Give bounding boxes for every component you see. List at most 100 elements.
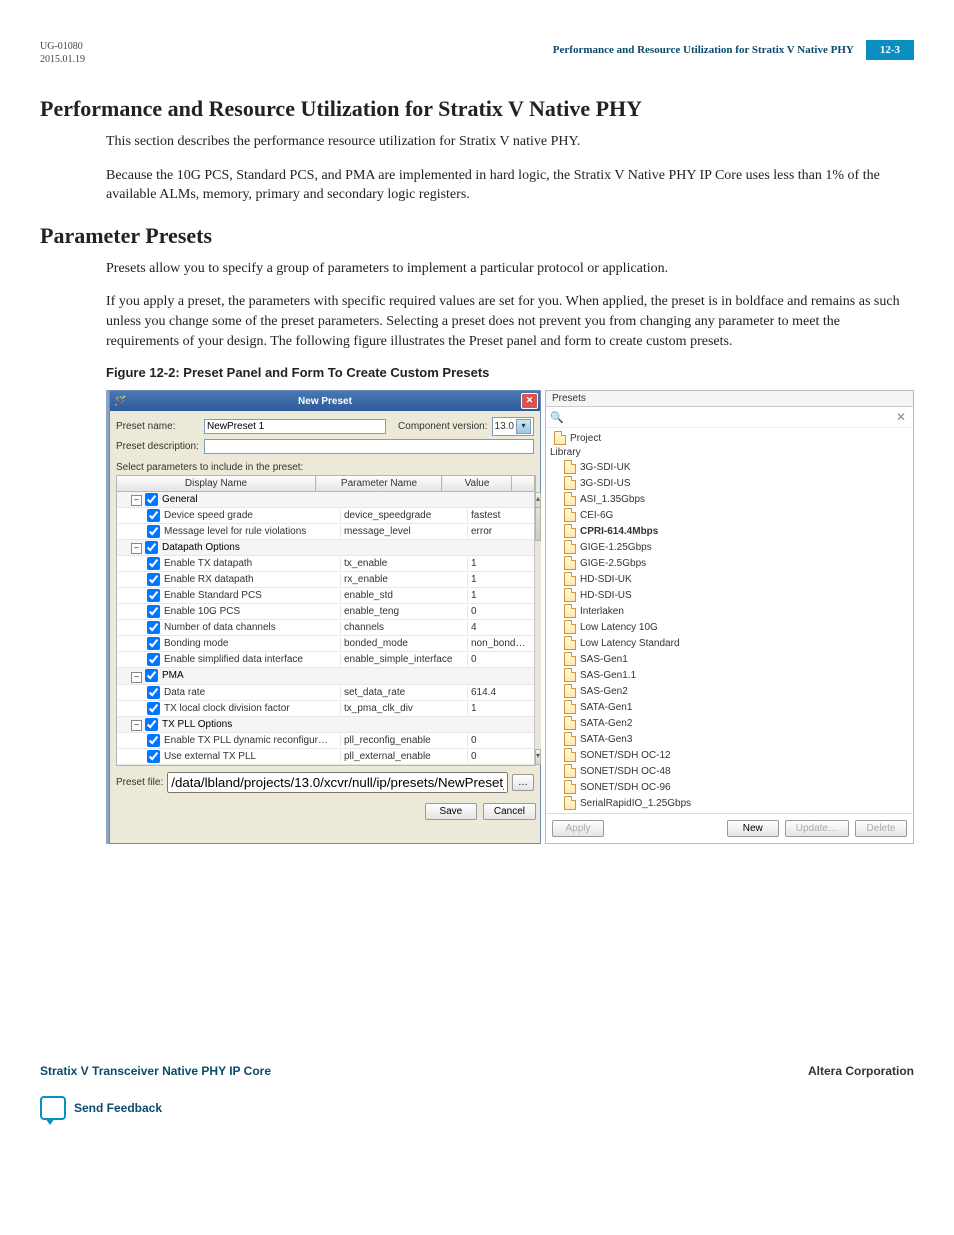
update-button[interactable]: Update…	[785, 820, 849, 837]
preset-file-input[interactable]	[167, 772, 508, 793]
param-checkbox[interactable]	[147, 605, 160, 618]
param-value: 1	[467, 557, 534, 570]
preset-item[interactable]: HD-SDI-UK	[546, 571, 913, 587]
scroll-thumb[interactable]	[535, 508, 541, 541]
param-checkbox[interactable]	[147, 509, 160, 522]
section1-title: Performance and Resource Utilization for…	[40, 96, 914, 122]
close-button[interactable]: ✕	[521, 393, 538, 409]
param-checkbox[interactable]	[147, 525, 160, 538]
preset-item[interactable]: SAS-Gen2	[546, 683, 913, 699]
preset-item-label: SAS-Gen2	[580, 686, 628, 697]
preset-item-label: Low Latency 10G	[580, 622, 658, 633]
param-checkbox[interactable]	[147, 750, 160, 763]
folder-icon	[554, 431, 566, 445]
param-row[interactable]: TX local clock division factortx_pma_clk…	[117, 701, 534, 717]
preset-item[interactable]: SAS-Gen1.1	[546, 667, 913, 683]
file-icon	[564, 556, 576, 570]
file-icon	[564, 476, 576, 490]
footer-left: Stratix V Transceiver Native PHY IP Core	[40, 1064, 271, 1078]
param-group[interactable]: –PMA	[117, 668, 534, 684]
save-button[interactable]: Save	[425, 803, 477, 820]
preset-item[interactable]: 3G-SDI-UK	[546, 459, 913, 475]
preset-item[interactable]: SONET/SDH OC-96	[546, 779, 913, 795]
preset-item[interactable]: SONET/SDH OC-12	[546, 747, 913, 763]
preset-item[interactable]: CEI-6G	[546, 507, 913, 523]
preset-item[interactable]: SATA-Gen1	[546, 699, 913, 715]
new-button[interactable]: New	[727, 820, 779, 837]
param-value: 1	[467, 702, 534, 715]
group-checkbox[interactable]	[145, 541, 158, 554]
param-row[interactable]: Enable TX datapathtx_enable1	[117, 556, 534, 572]
param-paramname: bonded_mode	[340, 637, 467, 650]
dialog-titlebar[interactable]: 🪄 New Preset ✕	[110, 391, 540, 411]
param-checkbox[interactable]	[147, 589, 160, 602]
param-row[interactable]: Enable TX PLL dynamic reconfigur…pll_rec…	[117, 733, 534, 749]
collapse-icon[interactable]: –	[131, 543, 142, 554]
collapse-icon[interactable]: –	[131, 495, 142, 506]
param-row[interactable]: Enable simplified data interfaceenable_s…	[117, 652, 534, 668]
preset-item[interactable]: SONET/SDH OC-48	[546, 763, 913, 779]
presets-search-input[interactable]	[568, 411, 889, 424]
param-checkbox[interactable]	[147, 557, 160, 570]
preset-item[interactable]: CPRI-614.4Mbps	[546, 523, 913, 539]
preset-item[interactable]: SerialRapidIO_1.25Gbps	[546, 795, 913, 811]
preset-item[interactable]: GIGE-2.5Gbps	[546, 555, 913, 571]
preset-name-input[interactable]	[204, 419, 386, 434]
param-row[interactable]: Device speed gradedevice_speedgradefaste…	[117, 508, 534, 524]
param-checkbox[interactable]	[147, 653, 160, 666]
scroll-up-button[interactable]: ▴	[535, 492, 541, 508]
cancel-button[interactable]: Cancel	[483, 803, 536, 820]
figure-12-2: 🪄 New Preset ✕ Preset name: Component ve…	[106, 390, 914, 844]
param-row[interactable]: Data rateset_data_rate614.4	[117, 685, 534, 701]
browse-button[interactable]: …	[512, 774, 534, 791]
param-row[interactable]: Use external TX PLLpll_external_enable0	[117, 749, 534, 765]
tree-library[interactable]: Library	[546, 446, 913, 459]
preset-item[interactable]: 3G-SDI-US	[546, 475, 913, 491]
param-checkbox[interactable]	[147, 734, 160, 747]
param-row[interactable]: Enable RX datapathrx_enable1	[117, 572, 534, 588]
param-scrollbar[interactable]: ▴ ▾	[534, 492, 541, 765]
collapse-icon[interactable]: –	[131, 672, 142, 683]
group-checkbox[interactable]	[145, 718, 158, 731]
param-display: Enable 10G PCS	[164, 607, 240, 618]
preset-item[interactable]: HD-SDI-US	[546, 587, 913, 603]
collapse-icon[interactable]: –	[131, 720, 142, 731]
preset-item[interactable]: Interlaken	[546, 603, 913, 619]
param-group[interactable]: –Datapath Options	[117, 540, 534, 556]
preset-item[interactable]: SATA-Gen2	[546, 715, 913, 731]
param-checkbox[interactable]	[147, 621, 160, 634]
param-display: Enable simplified data interface	[164, 655, 303, 666]
group-checkbox[interactable]	[145, 669, 158, 682]
delete-button[interactable]: Delete	[855, 820, 907, 837]
param-row[interactable]: Enable 10G PCSenable_teng0	[117, 604, 534, 620]
preset-item[interactable]: SATA-Gen3	[546, 731, 913, 747]
param-checkbox[interactable]	[147, 702, 160, 715]
scroll-track[interactable]	[535, 541, 541, 749]
param-checkbox[interactable]	[147, 573, 160, 586]
preset-item[interactable]: SAS-Gen1	[546, 651, 913, 667]
preset-desc-input[interactable]	[204, 439, 534, 454]
param-checkbox[interactable]	[147, 637, 160, 650]
param-row[interactable]: Enable Standard PCSenable_std1	[117, 588, 534, 604]
component-version-select[interactable]: 13.0 ▾	[492, 417, 534, 436]
scroll-down-button[interactable]: ▾	[535, 749, 541, 765]
param-group[interactable]: –General	[117, 492, 534, 508]
file-icon	[564, 540, 576, 554]
preset-item[interactable]: Low Latency 10G	[546, 619, 913, 635]
param-checkbox[interactable]	[147, 686, 160, 699]
file-icon	[564, 620, 576, 634]
clear-search-button[interactable]: ✕	[893, 410, 909, 424]
preset-item[interactable]: Low Latency Standard	[546, 635, 913, 651]
send-feedback-link[interactable]: Send Feedback	[40, 1096, 914, 1120]
param-group[interactable]: –TX PLL Options	[117, 717, 534, 733]
file-icon	[564, 668, 576, 682]
param-row[interactable]: Bonding modebonded_modenon_bond…	[117, 636, 534, 652]
param-row[interactable]: Number of data channelschannels4	[117, 620, 534, 636]
preset-item[interactable]: GIGE-1.25Gbps	[546, 539, 913, 555]
tree-project[interactable]: Project	[546, 430, 913, 446]
param-row[interactable]: Message level for rule violationsmessage…	[117, 524, 534, 540]
group-checkbox[interactable]	[145, 493, 158, 506]
preset-item[interactable]: ASI_1.35Gbps	[546, 491, 913, 507]
param-display: Enable TX datapath	[164, 559, 252, 570]
apply-button[interactable]: Apply	[552, 820, 604, 837]
